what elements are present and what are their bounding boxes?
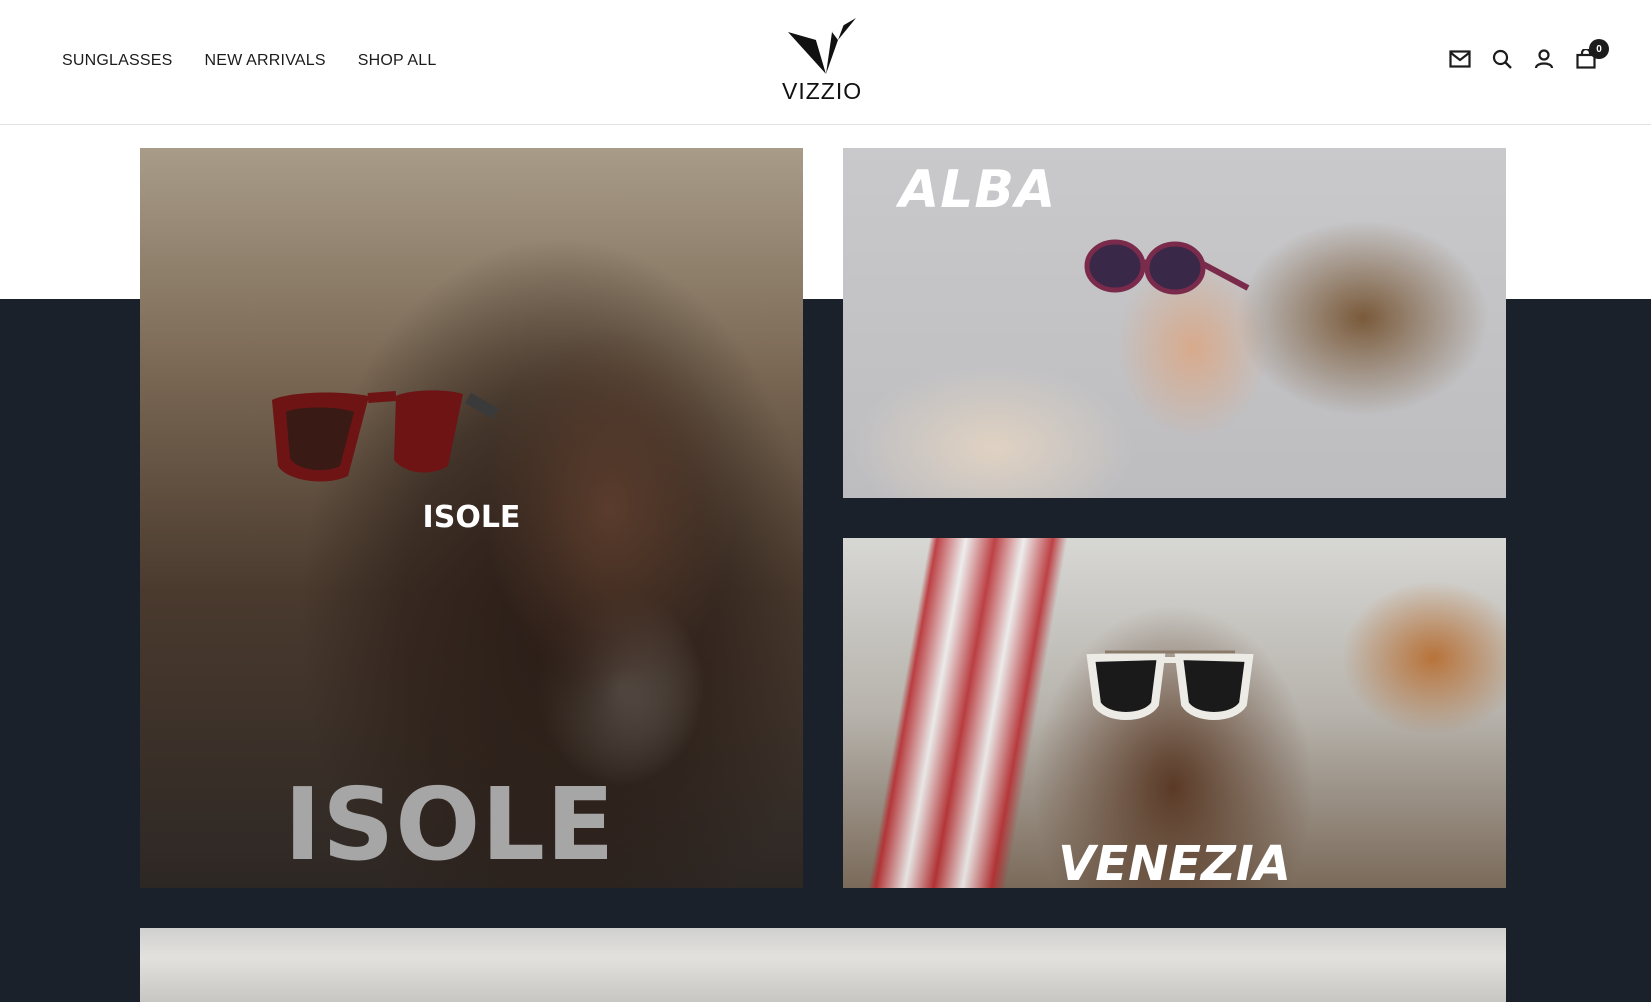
collection-tile-isole[interactable]: ISOLE ISOLE: [140, 148, 803, 888]
nav-link-new-arrivals[interactable]: NEW ARRIVALS: [204, 52, 325, 70]
cart-icon[interactable]: 0: [1575, 39, 1609, 70]
brand-logo[interactable]: VIZZIO: [782, 18, 863, 104]
mail-icon[interactable]: [1449, 48, 1471, 70]
collection-tile-venezia[interactable]: VENEZIA: [843, 538, 1506, 888]
site-header: SUNGLASSES NEW ARRIVALS SHOP ALL VIZZIO …: [0, 0, 1651, 125]
collection-tile-alba[interactable]: ALBA: [843, 148, 1506, 498]
logo-wordmark: VIZZIO: [782, 78, 863, 104]
search-icon[interactable]: [1491, 48, 1513, 70]
collection-title-alba: ALBA: [899, 160, 1057, 220]
sunglasses-illustration: [1086, 650, 1254, 720]
sunglasses-illustration: [1084, 239, 1250, 295]
main-nav: SUNGLASSES NEW ARRIVALS SHOP ALL: [62, 52, 436, 70]
account-icon[interactable]: [1533, 48, 1555, 70]
collection-tile-banner[interactable]: [140, 928, 1506, 1002]
header-actions: 0: [1449, 39, 1609, 70]
collection-title-venezia: VENEZIA: [1058, 836, 1291, 888]
collection-title-isole: ISOLE: [284, 766, 616, 883]
nav-link-shop-all[interactable]: SHOP ALL: [358, 52, 437, 70]
sunglasses-illustration: [272, 390, 498, 482]
collection-label-isole: ISOLE: [422, 500, 521, 535]
nav-link-sunglasses[interactable]: SUNGLASSES: [62, 52, 172, 70]
cart-count-badge: 0: [1589, 39, 1609, 59]
logo-mark-icon: [788, 18, 856, 74]
